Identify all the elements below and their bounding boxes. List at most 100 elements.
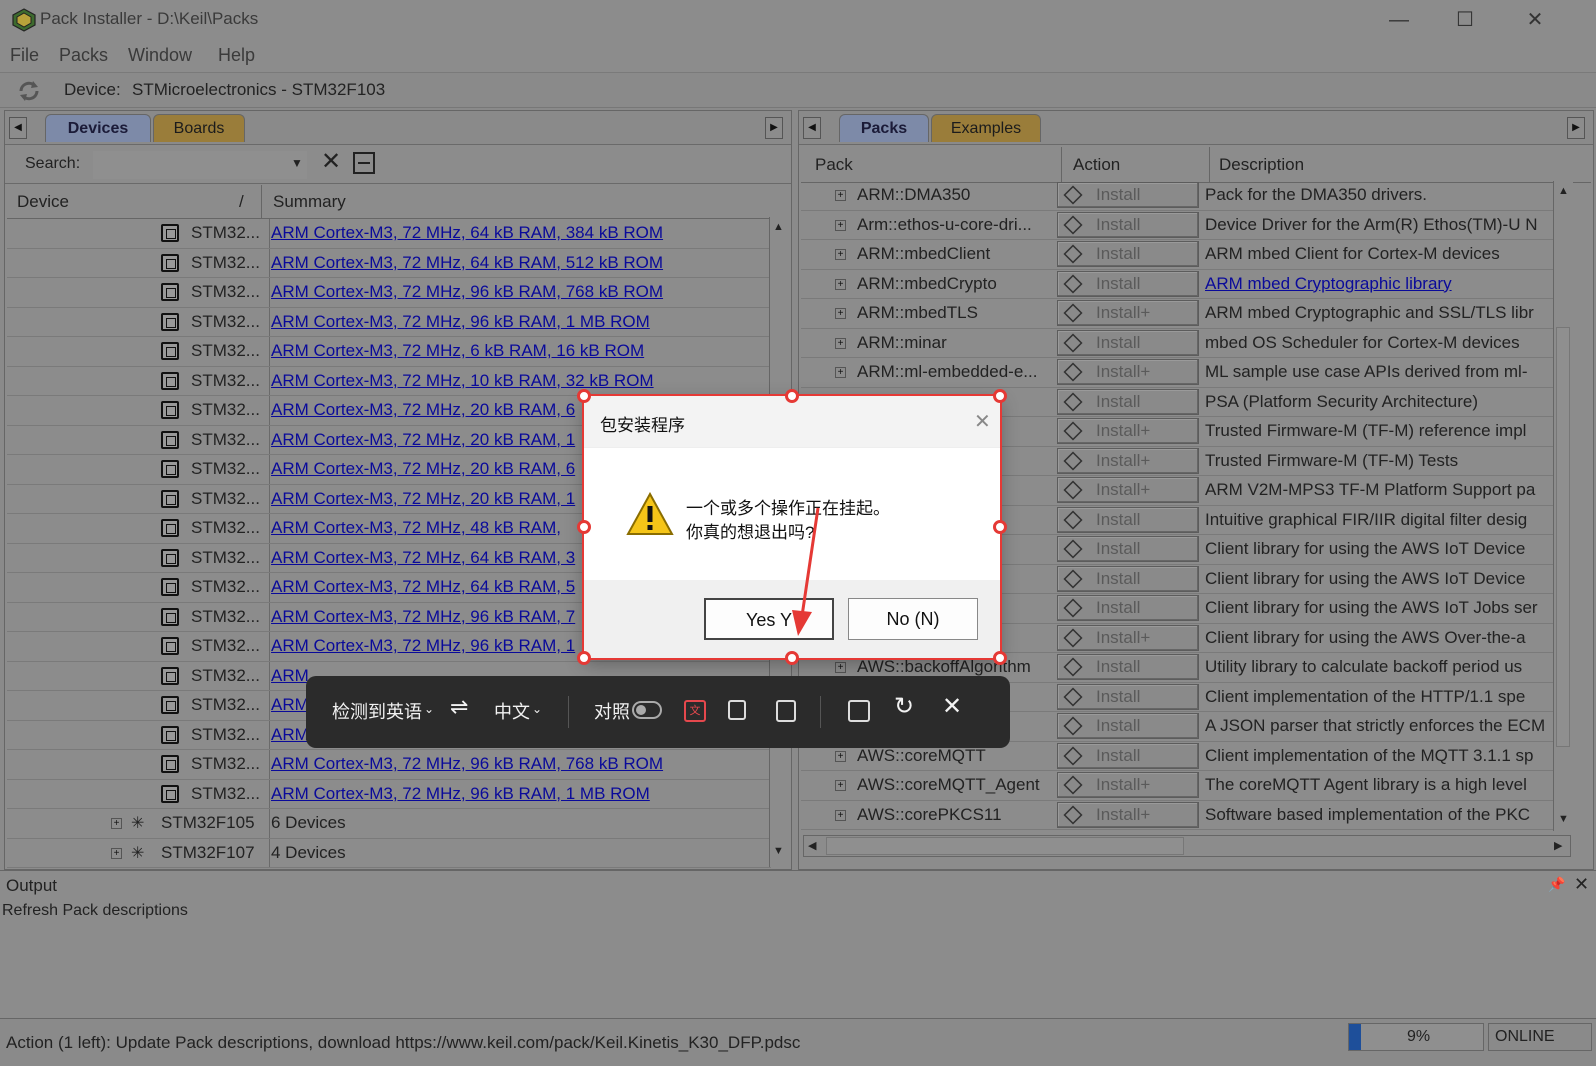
expand-icon[interactable]: + xyxy=(111,818,122,829)
selection-handle[interactable] xyxy=(785,651,799,665)
menu-file[interactable]: File xyxy=(10,45,39,66)
expand-icon[interactable]: + xyxy=(835,662,846,673)
no-button[interactable]: No (N) xyxy=(848,598,978,640)
tab-boards[interactable]: Boards xyxy=(153,114,245,142)
source-language-select[interactable]: 检测到英语 xyxy=(332,698,422,724)
device-row[interactable]: STM32... ARM Cortex-M3, 72 MHz, 64 kB RAM… xyxy=(7,219,771,249)
device-summary-link[interactable]: ARM Cortex-M3, 72 MHz, 96 kB RAM, 1 xyxy=(271,636,575,656)
device-summary-link[interactable]: ARM xyxy=(271,695,309,715)
chevron-down-icon[interactable]: ⌄ xyxy=(532,702,542,716)
device-row[interactable]: STM32... ARM Cortex-M3, 72 MHz, 96 kB RAM… xyxy=(7,750,771,780)
copy-icon[interactable] xyxy=(728,700,746,720)
device-summary-link[interactable]: ARM xyxy=(271,725,309,745)
install-button[interactable]: Install xyxy=(1057,241,1199,267)
install-button[interactable]: Install xyxy=(1057,329,1199,356)
install-button[interactable]: Install+ xyxy=(1057,300,1199,326)
expand-icon[interactable]: + xyxy=(835,249,846,260)
install-button[interactable]: Install xyxy=(1057,388,1199,415)
pack-row[interactable]: + AWS::corePKCS11 Install+ Software based i… xyxy=(801,801,1553,830)
chevron-down-icon[interactable]: ⌄ xyxy=(424,702,434,716)
device-summary-link[interactable]: ARM Cortex-M3, 72 MHz, 96 kB RAM, 768 kB… xyxy=(271,754,663,774)
device-row[interactable]: STM32... ARM Cortex-M3, 72 MHz, 64 kB RAM… xyxy=(7,248,771,278)
install-button[interactable]: Install xyxy=(1057,182,1199,208)
install-button[interactable]: Install xyxy=(1057,595,1199,621)
selection-handle[interactable] xyxy=(577,389,591,403)
selection-handle[interactable] xyxy=(993,520,1007,534)
device-summary-link[interactable]: ARM Cortex-M3, 72 MHz, 96 kB RAM, 768 kB… xyxy=(271,282,663,302)
install-button[interactable]: Install+ xyxy=(1057,418,1199,444)
pack-row[interactable]: + ARM::mbedTLS Install+ ARM mbed Cryptograp… xyxy=(801,299,1553,329)
pack-row[interactable]: + AWS::coreMQTT_Agent Install+ The coreMQTT… xyxy=(801,771,1553,801)
install-button[interactable]: Install xyxy=(1057,211,1199,238)
save-icon[interactable] xyxy=(776,700,796,722)
column-device[interactable]: Device xyxy=(17,192,69,212)
install-button[interactable]: Install+ xyxy=(1057,447,1199,474)
selection-handle[interactable] xyxy=(993,389,1007,403)
menu-window[interactable]: Window xyxy=(128,45,192,66)
collapse-all-icon[interactable] xyxy=(353,152,375,174)
device-summary-link[interactable]: ARM Cortex-M3, 72 MHz, 48 kB RAM, xyxy=(271,518,561,538)
expand-icon[interactable]: + xyxy=(835,190,846,201)
install-button[interactable]: Install xyxy=(1057,506,1199,533)
column-pack[interactable]: Pack xyxy=(815,155,853,175)
column-summary[interactable]: Summary xyxy=(273,192,346,212)
expand-icon[interactable]: + xyxy=(835,809,846,821)
install-button[interactable]: Install xyxy=(1057,270,1199,297)
install-button[interactable]: Install+ xyxy=(1057,624,1199,651)
expand-icon[interactable]: + xyxy=(835,367,846,378)
device-group-row[interactable]: + ✳ STM32F105 6 Devices xyxy=(7,809,771,839)
packs-scroll-thumb[interactable] xyxy=(1556,327,1570,747)
device-row[interactable]: STM32... ARM Cortex-M3, 72 MHz, 96 kB RAM… xyxy=(7,278,771,308)
pack-row[interactable]: + Arm::ethos-u-core-dri... Install Device D… xyxy=(801,211,1553,240)
pack-row[interactable]: + ARM::mbedClient Install ARM mbed Client f… xyxy=(801,240,1553,270)
pack-row[interactable]: + ARM::ml-embedded-e... Install+ ML sample … xyxy=(801,358,1553,388)
compare-toggle[interactable] xyxy=(632,701,662,719)
install-button[interactable]: Install xyxy=(1057,713,1199,739)
install-button[interactable]: Install xyxy=(1057,536,1199,562)
install-button[interactable]: Install xyxy=(1057,654,1199,680)
scroll-down-icon[interactable]: ▼ xyxy=(773,845,784,857)
pack-row[interactable]: + ARM::mbedCrypto Install ARM mbed Cryptogr… xyxy=(801,270,1553,299)
selection-handle[interactable] xyxy=(577,520,591,534)
close-output-icon[interactable]: ✕ xyxy=(1574,874,1589,895)
device-summary-link[interactable]: ARM Cortex-M3, 72 MHz, 6 kB RAM, 16 kB R… xyxy=(271,341,644,361)
search-input[interactable] xyxy=(93,151,307,179)
refresh-icon[interactable] xyxy=(16,79,42,103)
chevron-down-icon[interactable]: ▼ xyxy=(291,156,303,170)
device-summary-link[interactable]: ARM Cortex-M3, 72 MHz, 96 kB RAM, 7 xyxy=(271,607,575,627)
expand-icon[interactable]: + xyxy=(835,750,846,762)
packs-hscrollbar[interactable]: ◀ ▶ xyxy=(803,835,1571,857)
refresh-icon[interactable]: ↻ xyxy=(894,692,914,721)
device-group-row[interactable]: + ✳ STM32F107 4 Devices xyxy=(7,838,771,868)
device-row[interactable]: STM32... ARM Cortex-M3, 72 MHz, 96 kB RAM… xyxy=(7,307,771,337)
device-summary-link[interactable]: ARM Cortex-M3, 72 MHz, 20 kB RAM, 1 xyxy=(271,430,575,450)
close-toolbar-icon[interactable]: ✕ xyxy=(942,692,962,721)
pack-row[interactable]: + ARM::minar Install mbed OS Scheduler for … xyxy=(801,329,1553,358)
tab-devices[interactable]: Devices xyxy=(45,114,151,142)
menu-help[interactable]: Help xyxy=(218,45,255,66)
device-summary-link[interactable]: ARM Cortex-M3, 72 MHz, 10 kB RAM, 32 kB … xyxy=(271,371,654,391)
open-window-icon[interactable] xyxy=(848,700,870,722)
packs-tab-scroll-right-icon[interactable]: ▶ xyxy=(1567,117,1585,139)
expand-icon[interactable]: + xyxy=(835,780,846,791)
pin-icon[interactable]: 📌 xyxy=(1548,876,1565,893)
device-row[interactable]: STM32... ARM Cortex-M3, 72 MHz, 96 kB RAM… xyxy=(7,779,771,809)
column-action[interactable]: Action xyxy=(1073,155,1120,175)
menu-packs[interactable]: Packs xyxy=(59,45,108,66)
tab-examples[interactable]: Examples xyxy=(931,114,1041,142)
tab-scroll-left-icon[interactable]: ◀ xyxy=(9,117,27,139)
pack-row[interactable]: + ARM::DMA350 Install Pack for the DMA350 d… xyxy=(801,181,1553,211)
packs-hscroll-thumb[interactable] xyxy=(826,837,1184,855)
device-summary-link[interactable]: ARM Cortex-M3, 72 MHz, 64 kB RAM, 384 kB… xyxy=(271,223,663,243)
device-summary-link[interactable]: ARM Cortex-M3, 72 MHz, 20 kB RAM, 6 xyxy=(271,459,575,479)
install-button[interactable]: Install+ xyxy=(1057,359,1199,385)
hscroll-right-icon[interactable]: ▶ xyxy=(1554,839,1562,852)
install-button[interactable]: Install xyxy=(1057,742,1199,769)
device-summary-link[interactable]: ARM Cortex-M3, 72 MHz, 64 kB RAM, 512 kB… xyxy=(271,253,663,273)
expand-icon[interactable]: + xyxy=(835,308,846,319)
packs-tab-scroll-left-icon[interactable]: ◀ xyxy=(803,117,821,139)
expand-icon[interactable]: + xyxy=(111,847,122,859)
close-window-button[interactable]: ✕ xyxy=(1512,6,1558,34)
install-button[interactable]: Install+ xyxy=(1057,477,1199,503)
maximize-button[interactable]: ☐ xyxy=(1442,6,1488,34)
